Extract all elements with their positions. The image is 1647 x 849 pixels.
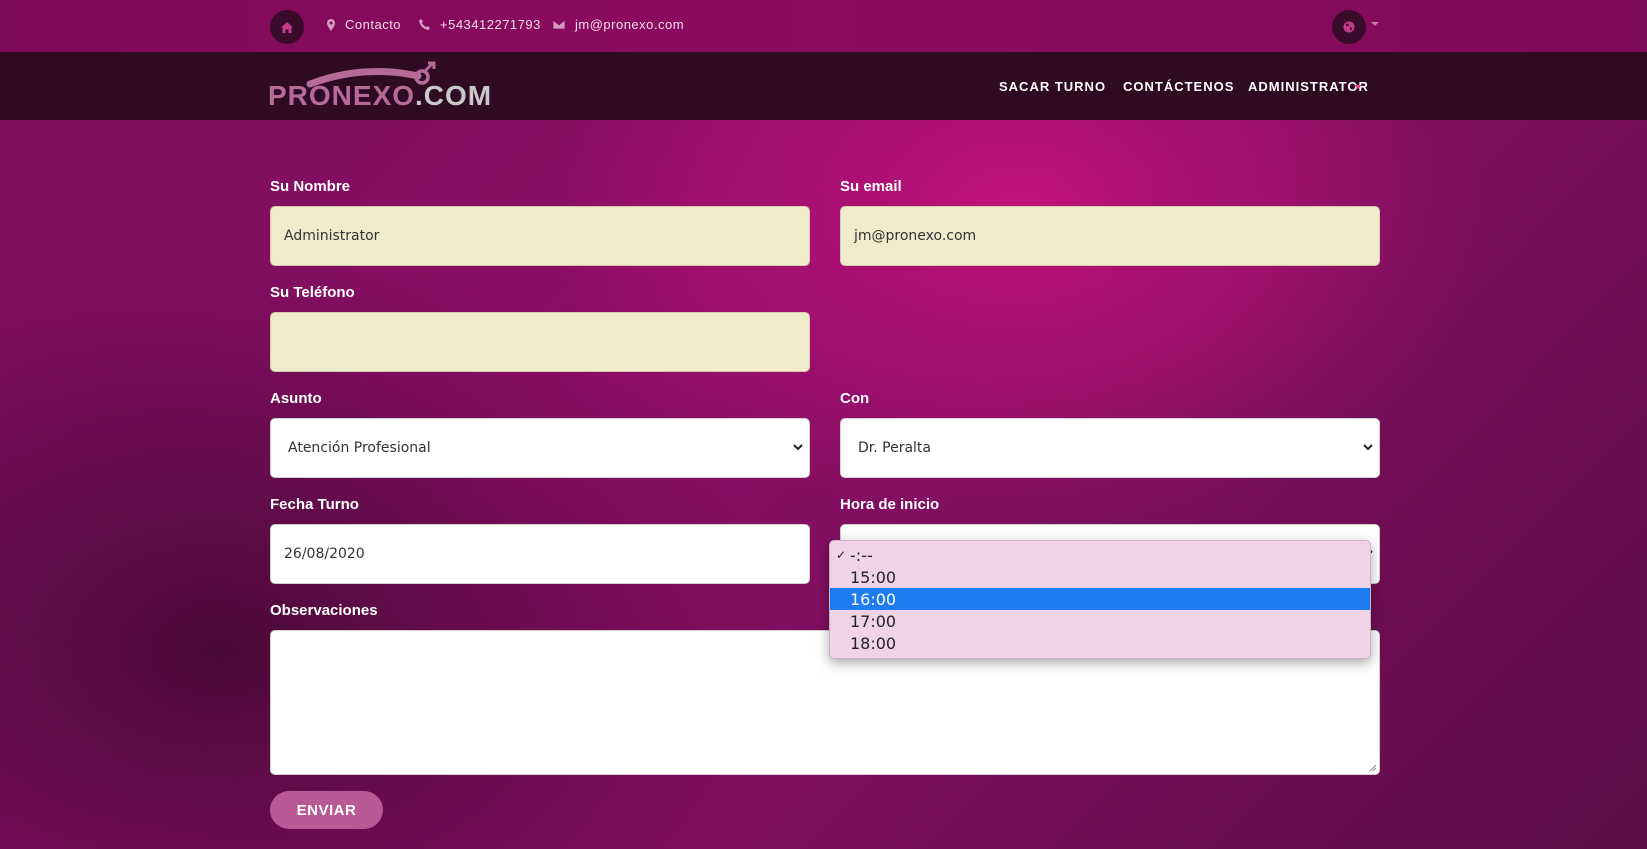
subject-label: Asunto [270, 390, 322, 407]
notes-label: Observaciones [270, 602, 378, 619]
submit-button[interactable]: ENVIAR [270, 791, 383, 829]
phone-number: +543412271793 [440, 17, 541, 32]
map-marker-icon [327, 18, 335, 31]
date-label: Fecha Turno [270, 496, 359, 513]
logo-text: PRONEXO.COM [268, 80, 492, 112]
email-label: Su email [840, 178, 902, 195]
home-button[interactable] [270, 10, 304, 44]
name-input[interactable]: Administrator [270, 206, 810, 266]
logo-text-pronexo: PRONEXO [268, 80, 416, 111]
globe-icon [1343, 21, 1355, 33]
phone-link[interactable]: +543412271793 [419, 17, 541, 32]
nav-administrator[interactable]: ADMINISTRATOR [1248, 79, 1369, 94]
top-bar: Contacto +543412271793 jm@pronexo.com [0, 0, 1647, 52]
checkmark-icon: ✓ [836, 548, 847, 562]
language-button[interactable] [1332, 10, 1366, 44]
phone-icon [419, 19, 430, 30]
logo-text-com: .COM [415, 80, 493, 111]
date-input[interactable]: 26/08/2020 [270, 524, 810, 584]
email-address: jm@pronexo.com [575, 17, 685, 32]
email-value: jm@pronexo.com [854, 228, 977, 244]
nav-sacar-turno[interactable]: SACAR TURNO [999, 79, 1106, 94]
time-option-label: 18:00 [850, 633, 897, 653]
phone-label: Su Teléfono [270, 284, 355, 301]
resize-grip-icon[interactable] [1369, 764, 1377, 772]
subject-value: Atención Profesional [288, 440, 431, 456]
chevron-down-icon [1363, 444, 1373, 451]
site-logo[interactable]: PRONEXO.COM [268, 60, 498, 116]
nav-contactenos[interactable]: CONTÁCTENOS [1123, 79, 1234, 94]
name-label: Su Nombre [270, 178, 351, 195]
time-option[interactable]: 18:00 [830, 632, 1370, 654]
chevron-down-icon [793, 444, 803, 451]
time-option-label: 17:00 [850, 611, 897, 631]
with-label: Con [840, 390, 870, 407]
time-option-label: 15:00 [850, 567, 897, 587]
professional-select[interactable]: Dr. Peralta [840, 418, 1380, 478]
phone-input[interactable] [270, 312, 810, 372]
main-navbar [0, 52, 1647, 120]
envelope-icon [553, 20, 565, 29]
email-input[interactable]: jm@pronexo.com [840, 206, 1380, 266]
time-option[interactable]: 17:00 [830, 610, 1370, 632]
email-link[interactable]: jm@pronexo.com [553, 17, 684, 32]
time-option-highlighted[interactable]: 16:00 [830, 588, 1370, 610]
administrator-caret-icon [1354, 85, 1362, 89]
subject-select[interactable]: Atención Profesional [270, 418, 810, 478]
home-icon [281, 21, 293, 33]
name-value: Administrator [284, 228, 380, 244]
contact-label: Contacto [345, 17, 402, 32]
date-value: 26/08/2020 [284, 546, 365, 562]
time-dropdown-list: ✓ -:-- 15:00 16:00 17:00 18:00 [829, 540, 1371, 659]
time-label: Hora de inicio [840, 496, 940, 513]
professional-value: Dr. Peralta [858, 440, 932, 456]
time-option[interactable]: ✓ -:-- [830, 544, 1370, 566]
time-option[interactable]: 15:00 [830, 566, 1370, 588]
time-option-label: -:-- [850, 545, 873, 565]
time-option-label: 16:00 [850, 589, 897, 609]
contact-link[interactable]: Contacto [327, 17, 401, 32]
language-caret-icon[interactable] [1371, 22, 1379, 26]
